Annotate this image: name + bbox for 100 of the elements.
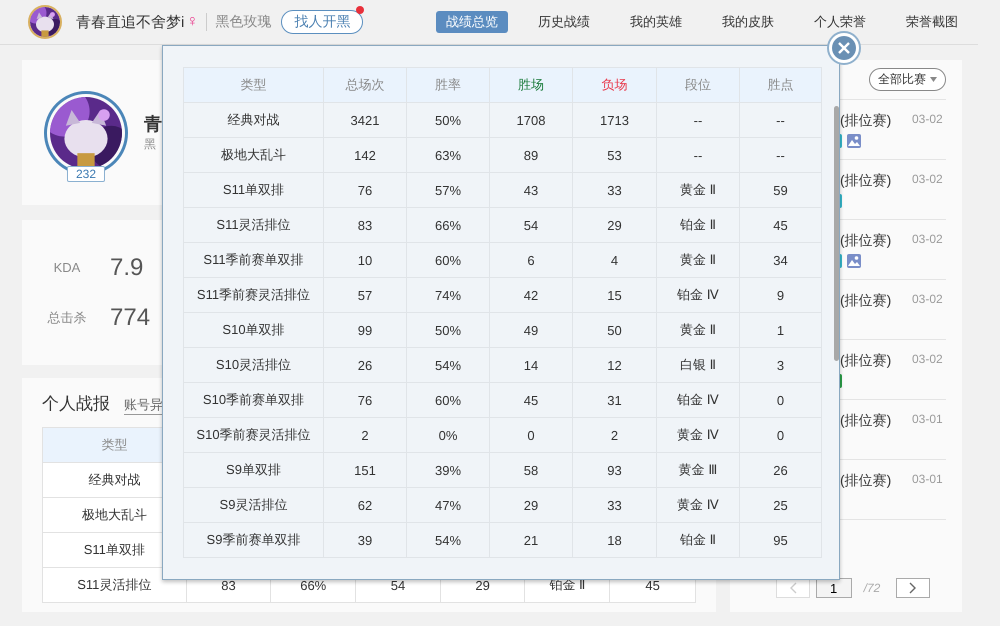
table-cell: 54 <box>490 208 572 242</box>
table-cell: 57 <box>324 278 406 312</box>
table-cell: 1713 <box>572 102 656 138</box>
table-cell: 黄金 Ⅱ <box>656 172 740 208</box>
nav-tab[interactable]: 荣誉截图 <box>886 11 978 33</box>
match-title[interactable]: (排位赛) <box>840 172 900 219</box>
table-cell: 黄金 Ⅳ <box>656 488 740 522</box>
table-cell: S11季前赛单双排 <box>184 242 324 278</box>
table-cell: S11单双排 <box>184 172 324 208</box>
table-cell: 39% <box>406 452 490 488</box>
table-cell: -- <box>740 102 822 138</box>
table-cell: 0 <box>490 418 572 452</box>
table-cell: 铂金 Ⅳ <box>656 278 740 312</box>
table-cell: 66% <box>406 208 490 242</box>
match-date: 03-01 <box>912 472 943 488</box>
table-cell: 黄金 Ⅱ <box>656 242 740 278</box>
table-cell: S10季前赛单双排 <box>184 382 324 418</box>
player-subtitle: 黑 <box>144 136 157 153</box>
image-icon[interactable] <box>847 254 861 268</box>
table-cell: 14 <box>490 348 572 382</box>
stat-label: 总击杀 <box>46 308 88 326</box>
table-cell: 29 <box>490 488 572 522</box>
table-cell: 26 <box>324 348 406 382</box>
nav-tab[interactable]: 历史战绩 <box>518 11 610 33</box>
table-cell: 3 <box>740 348 822 382</box>
column-header: 胜点 <box>740 68 822 102</box>
table-cell: 经典对战 <box>184 102 324 138</box>
table-cell: S9单双排 <box>184 452 324 488</box>
user-name: 青春直追不舍梦i <box>76 12 184 32</box>
scrollbar[interactable] <box>834 106 839 361</box>
match-title[interactable]: (排位赛) <box>840 352 900 399</box>
table-cell: 1 <box>740 312 822 348</box>
table-cell: 2 <box>572 418 656 452</box>
player-name: 青 <box>144 113 162 136</box>
table-cell: 9 <box>740 278 822 312</box>
column-header: 总场次 <box>324 68 406 102</box>
table-cell: 34 <box>740 242 822 278</box>
table-cell: 99 <box>324 312 406 348</box>
table-cell: 42 <box>490 278 572 312</box>
table-cell: 26 <box>740 452 822 488</box>
table-cell: 89 <box>490 138 572 172</box>
match-filter[interactable]: 全部比赛 <box>869 68 946 91</box>
table-cell: 29 <box>572 208 656 242</box>
table-cell: 50 <box>572 312 656 348</box>
table-cell: 6 <box>490 242 572 278</box>
table-cell: 白银 Ⅱ <box>656 348 740 382</box>
caret-icon <box>930 77 937 82</box>
match-title[interactable]: (排位赛) <box>840 472 900 519</box>
match-title[interactable]: (排位赛) <box>840 112 900 159</box>
table-cell: 57% <box>406 172 490 208</box>
match-title[interactable]: (排位赛) <box>840 292 900 339</box>
table-cell: 60% <box>406 382 490 418</box>
table-cell: S10灵活排位 <box>184 348 324 382</box>
table-cell: 54% <box>406 522 490 558</box>
table-cell: 25 <box>740 488 822 522</box>
nav-tab[interactable]: 个人荣誉 <box>794 11 886 33</box>
table-cell: S11灵活排位 <box>42 568 186 602</box>
table-cell: 21 <box>490 522 572 558</box>
table-cell: 93 <box>572 452 656 488</box>
close-icon <box>831 35 857 61</box>
table-cell: 铂金 Ⅳ <box>656 382 740 418</box>
column-header: 胜场 <box>490 68 572 102</box>
table-cell: S10季前赛灵活排位 <box>184 418 324 452</box>
table-cell: 3421 <box>324 102 406 138</box>
section-title: 个人战报 <box>42 393 110 415</box>
prev-page-button[interactable] <box>776 578 810 598</box>
column-header: 段位 <box>656 68 740 102</box>
table-cell: 4 <box>572 242 656 278</box>
table-cell: 83 <box>324 208 406 242</box>
match-title[interactable]: (排位赛) <box>840 232 900 279</box>
table-cell: 74% <box>406 278 490 312</box>
nav-tab[interactable]: 我的英雄 <box>610 11 702 33</box>
table-cell: 0 <box>740 382 822 418</box>
table-cell: 47% <box>406 488 490 522</box>
page-total: /72 <box>864 581 880 595</box>
column-header: 胜率 <box>406 68 490 102</box>
table-cell: 39 <box>324 522 406 558</box>
next-page-button[interactable] <box>896 578 930 598</box>
table-cell: -- <box>740 138 822 172</box>
table-cell: 铂金 Ⅱ <box>656 522 740 558</box>
close-button[interactable] <box>827 31 861 65</box>
nav-tab[interactable]: 战绩总览 <box>436 11 508 33</box>
table-cell: 12 <box>572 348 656 382</box>
image-icon[interactable] <box>847 134 861 148</box>
table-cell: S9灵活排位 <box>184 488 324 522</box>
table-cell: 15 <box>572 278 656 312</box>
user-title: 黑色玫瑰 <box>215 13 272 31</box>
match-date: 03-01 <box>912 412 943 428</box>
table-cell: 1708 <box>490 102 572 138</box>
table-cell: 31 <box>572 382 656 418</box>
table-cell: 2 <box>324 418 406 452</box>
table-cell: 49 <box>490 312 572 348</box>
page-input[interactable]: 1 <box>816 578 852 598</box>
table-cell: S9季前赛单双排 <box>184 522 324 558</box>
table-cell: 60% <box>406 242 490 278</box>
match-date: 03-02 <box>912 232 943 248</box>
chevron-left-icon <box>788 582 797 594</box>
table-cell: 黄金 Ⅳ <box>656 418 740 452</box>
match-title[interactable]: (排位赛) <box>840 412 900 459</box>
nav-tab[interactable]: 我的皮肤 <box>702 11 794 33</box>
